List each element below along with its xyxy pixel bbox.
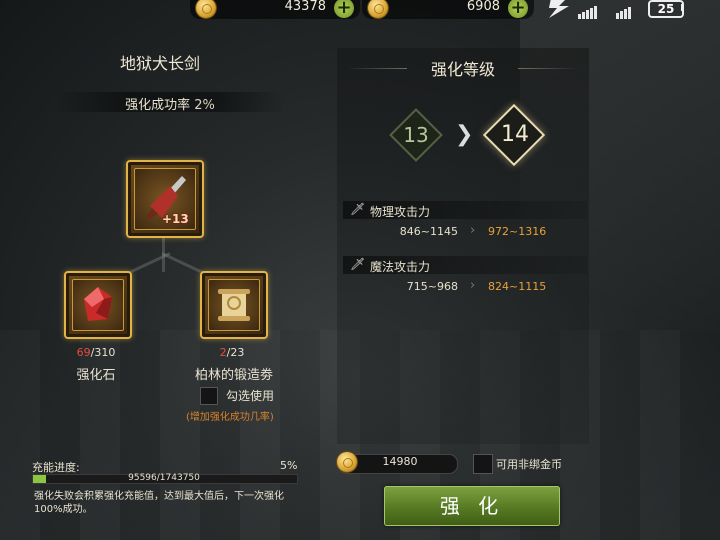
- sword-stat-icon: 🗡: [350, 257, 366, 271]
- charge-description: 强化失败会积累强化充能值，达到最大值后，下一次强化100%成功。: [34, 491, 284, 515]
- stat-arrow-icon: ›: [470, 223, 476, 238]
- gold-cost-value: 14980: [382, 455, 418, 468]
- current-level: 13: [403, 123, 429, 147]
- sword-stat-icon: 🗡: [350, 202, 366, 216]
- battery-indicator: 25: [648, 0, 684, 18]
- red-gem-icon: [84, 287, 112, 321]
- stat-old-magic: 715~968: [406, 280, 458, 293]
- stat-arrow-icon: ›: [470, 278, 476, 293]
- wifi-signal-icon: [616, 0, 632, 19]
- enhance-level-title: 强化等级: [430, 60, 495, 79]
- scroll-icon: [218, 289, 250, 321]
- use-unbound-gold-checkbox[interactable]: [473, 454, 493, 474]
- enhance-stone-name: 强化石: [76, 368, 116, 383]
- add-currency2-button[interactable]: +: [508, 0, 528, 18]
- currency2-value: 6908: [466, 0, 500, 14]
- lightning-icon: [545, 0, 573, 24]
- success-rate: 强化成功率 2%: [55, 94, 285, 113]
- forging-ticket-have: 2: [219, 346, 227, 359]
- weapon-slot[interactable]: [126, 160, 204, 238]
- charge-count: 95596/1743750: [128, 473, 200, 483]
- forging-ticket-name: 柏林的锻造劵: [194, 368, 273, 383]
- use-ticket-label: 勾选使用: [226, 389, 275, 403]
- enhance-stone-count: 69/310: [56, 346, 136, 359]
- success-rate-value: 2%: [194, 98, 215, 113]
- battery-tip: [681, 4, 684, 11]
- enhance-stone-slot[interactable]: [64, 271, 132, 339]
- level-arrow-icon: ❯: [455, 122, 474, 147]
- charge-percent: 5%: [280, 459, 298, 472]
- enhance-button[interactable]: 强 化: [384, 486, 560, 526]
- add-currency1-button[interactable]: +: [334, 0, 354, 18]
- charge-label: 充能进度:: [32, 461, 80, 474]
- next-level: 14: [501, 122, 529, 147]
- item-name: 地狱犬长剑: [119, 54, 200, 73]
- stat-name-magic: 魔法攻击力: [370, 260, 431, 274]
- enhance-stone-need: /310: [90, 346, 116, 359]
- use-ticket-note: (增加强化成功几率): [186, 412, 274, 423]
- gold-coin-icon: [337, 452, 357, 472]
- stat-new-magic: 824~1115: [488, 280, 547, 293]
- stat-name-physical: 物理攻击力: [370, 205, 431, 219]
- use-unbound-gold-label: 可用非绑金币: [496, 458, 562, 471]
- stat-new-physical: 972~1316: [488, 225, 547, 238]
- currency1-value: 43378: [284, 0, 326, 14]
- stat-old-physical: 846~1145: [399, 225, 458, 238]
- forging-ticket-count: 2/23: [192, 346, 272, 359]
- forging-ticket-slot[interactable]: [200, 271, 268, 339]
- plus-level-badge: +13: [162, 212, 189, 226]
- enhance-info-panel: [337, 48, 589, 444]
- signal-icon: [578, 0, 598, 19]
- success-rate-label: 强化成功率: [125, 98, 191, 113]
- forging-ticket-need: /23: [226, 346, 245, 359]
- use-ticket-checkbox[interactable]: [200, 387, 218, 405]
- enhance-stone-have: 69: [76, 346, 91, 359]
